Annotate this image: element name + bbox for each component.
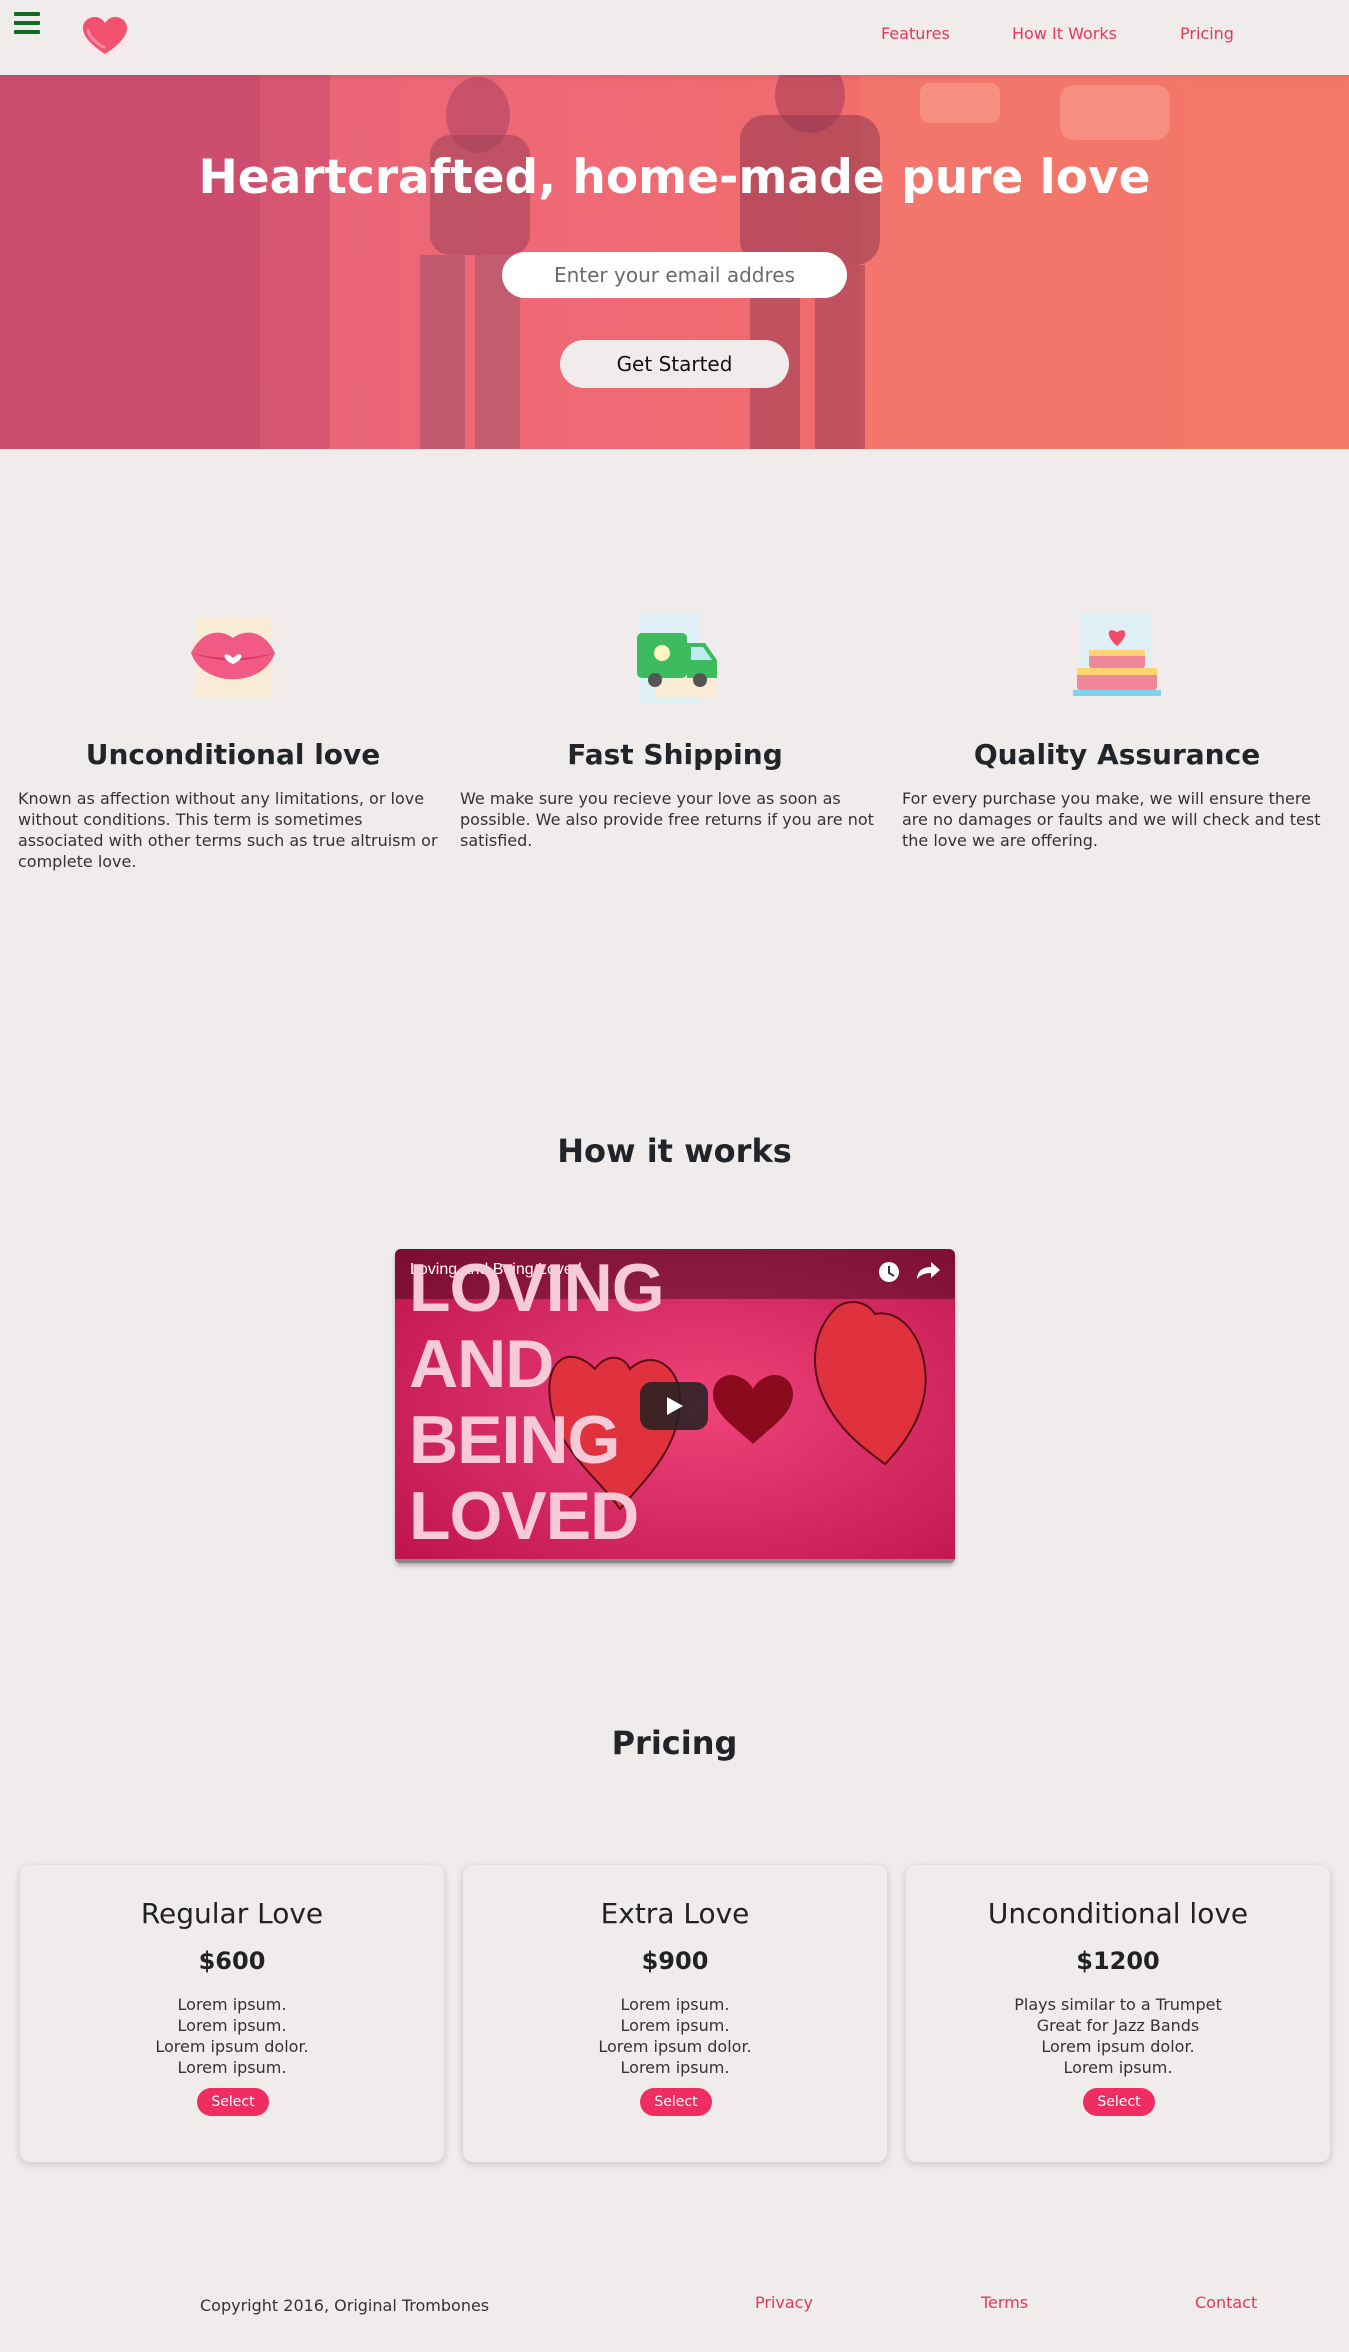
plan-price: $1200	[1076, 1947, 1160, 1975]
plan-name: Regular Love	[140, 1897, 324, 1930]
plan-feature-item: Lorem ipsum dolor.	[598, 2037, 752, 2056]
hero-section: Heartcrafted, home-made pure love Get St…	[0, 75, 1349, 449]
footer-link-privacy[interactable]: Privacy	[755, 2293, 813, 2312]
select-button[interactable]: Select	[197, 2088, 269, 2116]
plan-features: Lorem ipsum. Lorem ipsum. Lorem ipsum do…	[463, 1994, 887, 2078]
feature-title: Unconditional love	[85, 738, 381, 771]
video-big-text: LOVING	[409, 1250, 665, 1326]
plan-feature-item: Plays similar to a Trumpet	[1014, 1995, 1222, 2014]
select-button[interactable]: Select	[640, 2088, 712, 2116]
plan-feature-item: Lorem ipsum.	[1063, 2058, 1173, 2077]
menu-icon[interactable]	[14, 12, 40, 34]
email-input[interactable]	[502, 252, 847, 298]
nav-features[interactable]: Features	[881, 24, 950, 43]
plan-price: $600	[198, 1947, 266, 1975]
pricing-card-extra: Extra Love $900 Lorem ipsum. Lorem ipsum…	[463, 1865, 887, 2162]
nav-pricing[interactable]: Pricing	[1180, 24, 1234, 43]
footer-link-contact[interactable]: Contact	[1195, 2293, 1257, 2312]
pricing-card-unconditional: Unconditional love $1200 Plays similar t…	[906, 1865, 1330, 2162]
feature-text: For every purchase you make, we will ens…	[902, 789, 1321, 850]
plan-feature-item: Lorem ipsum.	[620, 2058, 730, 2077]
pricing-title: Pricing	[611, 1724, 738, 1762]
site-header: Features How It Works Pricing	[0, 0, 1349, 75]
play-button[interactable]	[640, 1382, 708, 1430]
plan-feature-item: Lorem ipsum.	[620, 1995, 730, 2014]
footer-link-terms[interactable]: Terms	[981, 2293, 1028, 2312]
video-big-text: AND	[409, 1326, 554, 1402]
cake-icon	[1073, 613, 1161, 696]
lips-icon	[191, 618, 275, 698]
plan-features: Lorem ipsum. Lorem ipsum. Lorem ipsum do…	[20, 1994, 444, 2078]
plan-name: Unconditional love	[987, 1897, 1249, 1930]
select-button[interactable]: Select	[1083, 2088, 1155, 2116]
how-it-works-title: How it works	[557, 1132, 792, 1170]
hero-title: Heartcrafted, home-made pure love	[198, 150, 1151, 205]
feature-title: Fast Shipping	[567, 738, 783, 771]
plan-name: Extra Love	[600, 1897, 750, 1930]
plan-price: $900	[641, 1947, 709, 1975]
play-icon	[667, 1397, 683, 1415]
get-started-button[interactable]: Get Started	[560, 340, 789, 388]
plan-feature-item: Lorem ipsum.	[177, 2058, 287, 2077]
video-big-text: LOVED	[409, 1478, 639, 1554]
video-player[interactable]: Loving and Being Loved LOVING AND BEING …	[395, 1249, 955, 1563]
delivery-van-icon	[637, 613, 717, 703]
plan-feature-item: Lorem ipsum dolor.	[155, 2037, 309, 2056]
feature-text: Known as affection without any limitatio…	[18, 789, 438, 871]
nav-how-it-works[interactable]: How It Works	[1012, 24, 1117, 43]
feature-title: Quality Assurance	[973, 738, 1261, 771]
video-big-text: BEING	[409, 1402, 620, 1478]
copyright-text: Copyright 2016, Original Trombones	[200, 2296, 490, 2315]
feature-text: We make sure you recieve your love as so…	[460, 789, 874, 850]
plan-feature-item: Lorem ipsum.	[620, 2016, 730, 2035]
heart-logo-icon[interactable]	[80, 14, 130, 58]
pricing-card-regular: Regular Love $600 Lorem ipsum. Lorem ips…	[20, 1865, 444, 2162]
plan-feature-item: Lorem ipsum.	[177, 1995, 287, 2014]
plan-feature-item: Great for Jazz Bands	[1036, 2016, 1200, 2035]
plan-features: Plays similar to a Trumpet Great for Jaz…	[906, 1994, 1330, 2078]
plan-feature-item: Lorem ipsum.	[177, 2016, 287, 2035]
plan-feature-item: Lorem ipsum dolor.	[1041, 2037, 1195, 2056]
